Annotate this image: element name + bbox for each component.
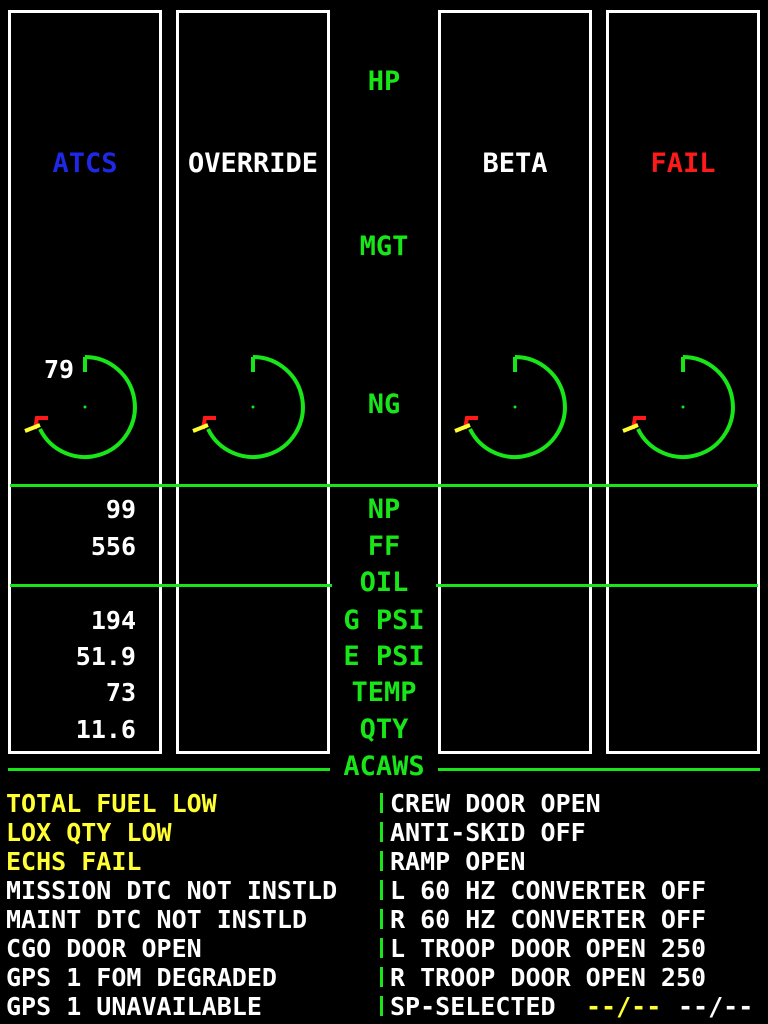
mgt-label: MGT — [359, 231, 409, 262]
ff-label: FF — [367, 531, 401, 562]
acaws-message: SP-SELECTED — [390, 992, 556, 1021]
acaws-message: CGO DOOR OPEN — [6, 934, 202, 963]
acaws-marker-bar — [380, 793, 383, 813]
ng-separator-line — [10, 484, 758, 487]
engine-1-g-psi-value: 194 — [90, 606, 136, 635]
acaws-label: ACAWS — [343, 751, 425, 782]
engine-3-ng-gauge — [454, 355, 567, 459]
acaws-message: L TROOP DOOR OPEN 250 — [390, 934, 707, 963]
np-label: NP — [367, 494, 401, 525]
engine-1-ff-value: 556 — [90, 532, 136, 561]
engine-1-e-psi-value: 51.9 — [75, 642, 136, 671]
engine-4-ng-gauge — [622, 355, 735, 459]
acaws-marker-bar — [380, 851, 383, 871]
engine-4-status: FAIL — [650, 148, 716, 179]
engine-1-ng-gauge — [24, 355, 137, 459]
acaws-message: LOX QTY LOW — [6, 818, 172, 847]
acaws-message: ANTI-SKID OFF — [390, 818, 586, 847]
engine-1-status: ATCS — [52, 148, 118, 179]
acaws-separator-line-right — [438, 768, 760, 771]
acaws-message: GPS 1 UNAVAILABLE — [6, 992, 262, 1021]
acaws-marker-bar — [380, 822, 383, 842]
acaws-message: R 60 HZ CONVERTER OFF — [390, 905, 707, 934]
acaws-message: GPS 1 FOM DEGRADED — [6, 963, 277, 992]
acaws-marker-bar — [380, 967, 383, 987]
acaws-message: MISSION DTC NOT INSTLD — [6, 876, 338, 905]
sp-value-selected: --/-- — [586, 992, 662, 1021]
acaws-message: R TROOP DOOR OPEN 250 — [390, 963, 707, 992]
oil-separator-line-left — [10, 584, 332, 587]
engine-2-status: OVERRIDE — [187, 148, 319, 179]
acaws-separator-line-left — [8, 768, 330, 771]
engine-3-status: BETA — [482, 148, 548, 179]
ng-label: NG — [367, 389, 401, 420]
oil-separator-line-right — [436, 584, 758, 587]
oil-label: OIL — [359, 567, 409, 598]
acaws-message: RAMP OPEN — [390, 847, 526, 876]
acaws-message: TOTAL FUEL LOW — [6, 789, 217, 818]
acaws-message: CREW DOOR OPEN — [390, 789, 601, 818]
qty-label: QTY — [359, 714, 409, 745]
engine-1-temp-value: 73 — [105, 678, 136, 707]
engine-1-ng-value: 79 — [44, 355, 75, 384]
acaws-message: MAINT DTC NOT INSTLD — [6, 905, 308, 934]
acaws-message: L 60 HZ CONVERTER OFF — [390, 876, 707, 905]
acaws-marker-bar — [380, 909, 383, 929]
sp-value: --/-- — [678, 992, 754, 1021]
engine-1-np-value: 99 — [105, 495, 136, 524]
acaws-marker-bar — [380, 996, 383, 1016]
hp-label: HP — [367, 66, 401, 97]
acaws-marker-bar — [380, 880, 383, 900]
engine-1-qty-value: 11.6 — [75, 715, 136, 744]
acaws-message: ECHS FAIL — [6, 847, 142, 876]
acaws-marker-bar — [380, 938, 383, 958]
g-psi-label: G PSI — [343, 605, 425, 636]
engine-2-ng-gauge — [192, 355, 305, 459]
temp-label: TEMP — [351, 677, 417, 708]
e-psi-label: E PSI — [343, 641, 425, 672]
